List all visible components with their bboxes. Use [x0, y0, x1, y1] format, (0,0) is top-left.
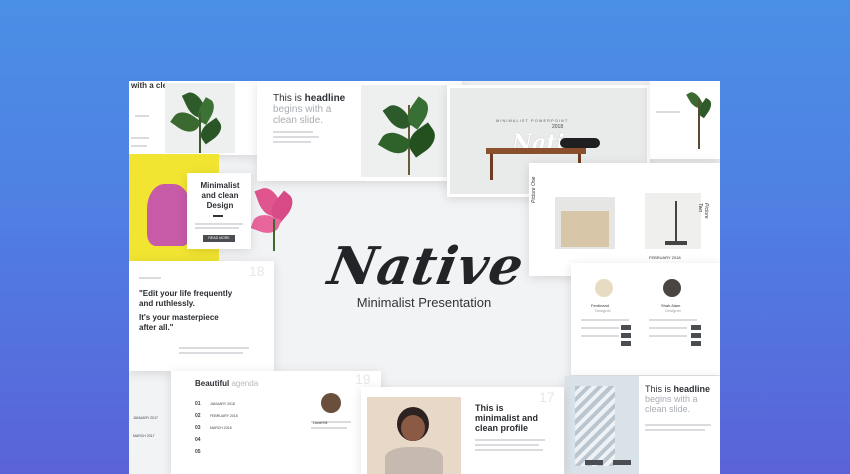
headline-line2: begins with a [273, 104, 332, 115]
picture-two-photo [645, 193, 701, 249]
slide-bottom-right: This is headline begins with a clean sli… [565, 376, 720, 474]
profile-title-line1: This is [475, 403, 504, 413]
agenda-row-number: 02 [195, 413, 201, 419]
member2-role: Designer [665, 308, 682, 313]
bottom-headline-line2: begins with a [645, 394, 698, 404]
slide-agenda: 19 Beautiful agenda 01 JANUARY 2018 02 F… [171, 371, 381, 474]
side-date-1: JANUARY 2017 [133, 416, 158, 420]
headline-prefix: This is [273, 93, 305, 104]
bottom-headline-line3: clean slide. [645, 404, 691, 414]
person-lying-graphic [560, 138, 600, 148]
lily-flower-graphic [249, 173, 309, 253]
profile-photo [367, 397, 461, 474]
brand-subtitle: Minimalist Presentation [356, 295, 492, 310]
picture-two-label: Picture Two [697, 203, 709, 219]
bench-graphic [486, 148, 586, 154]
building-photo [565, 376, 639, 474]
bottom-headline-bold: headline [673, 384, 711, 394]
headline-text: This is headline begins with a clean sli… [273, 93, 345, 126]
quote-line3: It's your masterpiece [139, 313, 219, 322]
rubber-plant-photo [361, 85, 457, 177]
agenda-row-date: JANUARY 2018 [209, 402, 235, 406]
slide-profile: 17 This is minimalist and clean profile [361, 387, 564, 474]
bottom-headline-prefix: This is [645, 384, 674, 394]
center-branding: Native Minimalist Presentation [324, 236, 529, 310]
profile-slide-number: 17 [539, 389, 555, 405]
agenda-row-number: 05 [195, 449, 201, 455]
headline-line3: clean slide. [273, 115, 324, 126]
member2-avatar [663, 279, 681, 297]
slide-top-left: with a clean [129, 81, 257, 155]
plant-photo [165, 83, 235, 153]
quote-line1: "Edit your life frequently [139, 289, 233, 298]
quote-text: "Edit your life frequently and ruthlessl… [139, 289, 232, 333]
agenda-slide-number: 19 [355, 371, 371, 387]
member1-avatar [595, 279, 613, 297]
agenda-side-dates: JANUARY 2017 MARCH 2017 [133, 416, 158, 438]
agenda-rows: 01 JANUARY 2018 02 FEBRUARY 2018 03 MARC… [195, 401, 238, 461]
read-more-button[interactable]: READ MORE [203, 235, 235, 242]
agenda-title: Beautiful agenda [195, 379, 258, 388]
lionel-kit-name: Lionel Kit [313, 421, 328, 425]
side-date-2: MARCH 2017 [133, 434, 155, 438]
member1-role: Designer [595, 308, 612, 313]
agenda-row-number: 03 [195, 425, 201, 431]
painted-hands-graphic [147, 184, 191, 246]
headline-bold: headline [304, 93, 346, 104]
brand-title: Native [323, 236, 529, 297]
slides-collage: with a clean This is headline begins wit… [129, 81, 720, 474]
read-more-label: READ MORE [208, 236, 230, 240]
quote-line2: and ruthlessly. [139, 299, 195, 308]
picture-one-label: Picture One [531, 176, 537, 203]
agenda-row-date: FEBRUARY 2018 [209, 414, 238, 418]
slide-pictures: Picture One Picture Two FEBRUARY 2018 [529, 163, 720, 276]
agenda-row-number: 04 [195, 437, 201, 443]
slide-top-right-partial [650, 81, 720, 159]
agenda-avatar [321, 393, 341, 413]
profile-title-line3: clean profile [475, 423, 529, 433]
agenda-title-bold: Beautiful [195, 379, 230, 388]
agenda-row-number: 01 [195, 401, 201, 407]
quote-line4: after all." [139, 323, 174, 332]
slide-headline-plant: This is headline begins with a clean sli… [257, 81, 462, 181]
slide-quote: 18 "Edit your life frequently and ruthle… [129, 261, 274, 371]
profile-title-line2: minimalist and [475, 413, 539, 423]
cover-caption: MINIMALIST POWERPOINT [496, 118, 569, 123]
bottom-headline-text: This is headline begins with a clean sli… [645, 384, 710, 414]
slide-design: Minimalist and clean Design READ MORE [187, 173, 251, 249]
page-background: { "top_left_slide": { "headline": "with … [0, 0, 850, 474]
photo-date: FEBRUARY 2018 [649, 255, 681, 260]
slide-team: Ferdinand Designer Shah Alam Designer [571, 263, 720, 375]
agenda-row-date: MARCH 2018 [209, 426, 232, 430]
picture-one-photo [555, 197, 615, 249]
quote-slide-number: 18 [249, 263, 265, 279]
agenda-title-light: agenda [229, 379, 259, 388]
profile-title: This is minimalist and clean profile [475, 403, 538, 433]
design-title: Minimalist and clean Design [200, 181, 240, 210]
